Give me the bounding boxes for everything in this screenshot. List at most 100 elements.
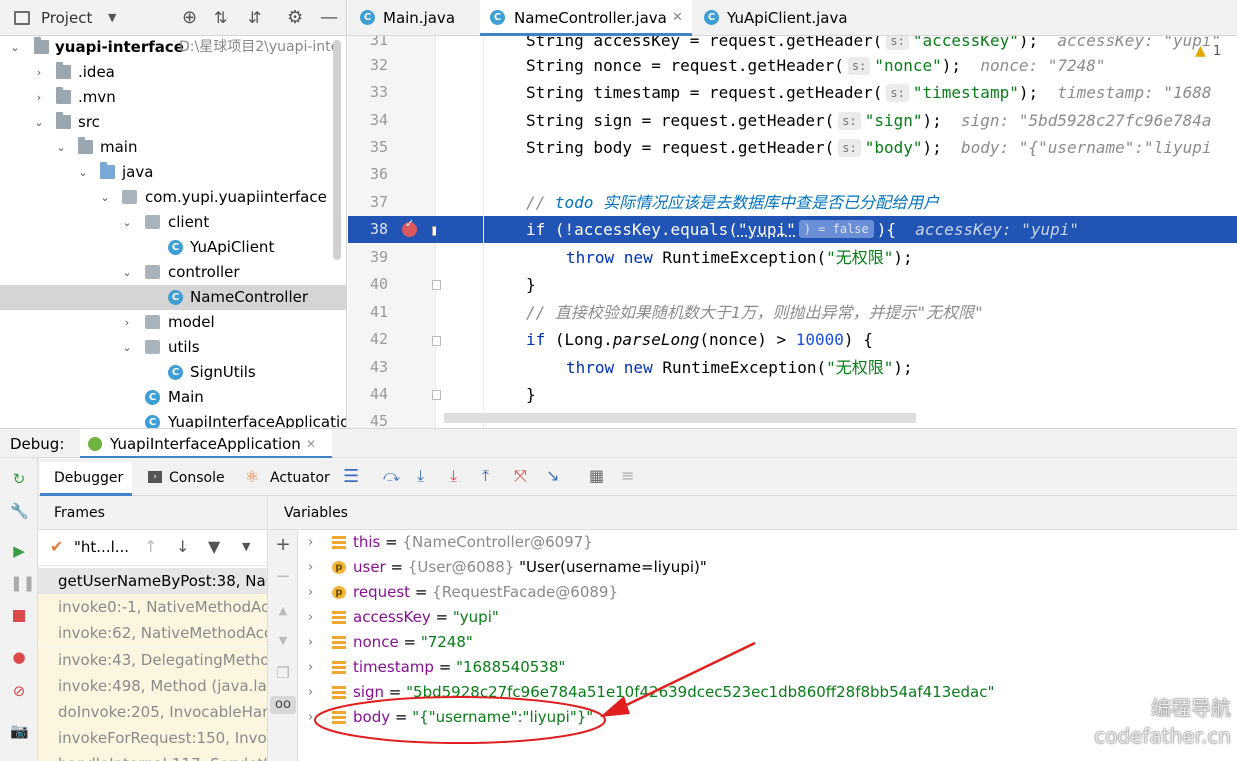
tree-item-model[interactable]: › model	[0, 310, 346, 335]
chevron-down-icon[interactable]: ⌄	[77, 160, 89, 185]
variable-row[interactable]: › timestamp = "1688540538"	[268, 655, 1237, 680]
run-to-cursor-icon[interactable]: ↘	[546, 466, 559, 485]
chevron-down-icon[interactable]: ⌄	[99, 185, 111, 210]
wrench-icon[interactable]: 🔧	[10, 502, 29, 520]
chevron-right-icon[interactable]: ›	[33, 60, 45, 85]
project-panel-title[interactable]: Project	[41, 0, 92, 36]
trace-icon[interactable]: ≡	[621, 466, 634, 485]
code-line-40[interactable]: }	[436, 271, 1237, 298]
tree-item-client[interactable]: ⌄ client	[0, 210, 346, 235]
frame-item[interactable]: invoke:498, Method (java.lang.reflect)	[38, 673, 267, 699]
code-line-34[interactable]: String sign = request.getHeader(s: "sign"…	[436, 107, 1237, 134]
step-into-icon[interactable]: ⤓	[450, 466, 457, 486]
frame-item[interactable]: invokeForRequest:150, InvocableHandlerMe…	[38, 725, 267, 751]
tree-item-src[interactable]: ⌄ src	[0, 110, 346, 135]
chevron-right-icon[interactable]: ›	[308, 705, 313, 730]
chevron-down-icon[interactable]: ⌄	[33, 110, 45, 135]
pause-icon[interactable]: ❚❚	[10, 574, 35, 592]
tab-console[interactable]: Console	[169, 470, 225, 486]
step-over-icon[interactable]: ⤓	[417, 466, 424, 486]
editor-horizontal-scrollbar[interactable]	[444, 413, 916, 423]
resume-icon[interactable]: ▶	[10, 542, 28, 560]
tree-item-mvn[interactable]: › .mvn	[0, 85, 346, 110]
evaluate-expression-icon[interactable]: ▦	[589, 466, 604, 485]
chevron-down-icon[interactable]: ⌄	[121, 335, 133, 360]
chevron-right-icon[interactable]: ›	[308, 655, 313, 680]
chevron-down-icon[interactable]: ⌄	[55, 135, 67, 160]
tree-item-main-class[interactable]: C Main	[0, 385, 346, 410]
close-icon[interactable]: ✕	[306, 429, 316, 459]
code-line-44[interactable]: }	[436, 381, 1237, 408]
code-editor[interactable]: 31 32 33 34 35 36 37 38 ✓ 39 40 41 42 43…	[348, 36, 1237, 428]
menu-icon[interactable]: ☰	[343, 466, 359, 487]
code-line-35[interactable]: String body = request.getHeader(s: "body"…	[436, 134, 1237, 161]
frame-item[interactable]: invoke:62, NativeMethodAccessorImpl	[38, 620, 267, 646]
chevron-right-icon[interactable]: ›	[121, 310, 133, 335]
code-line-32[interactable]: String nonce = request.getHeader(s: "nonc…	[436, 52, 1237, 79]
tree-item-main[interactable]: ⌄ main	[0, 135, 346, 160]
tree-item-application[interactable]: C YuapiInterfaceApplicatio	[0, 410, 346, 428]
tree-item-yuapiclient[interactable]: C YuApiClient	[0, 235, 346, 260]
tab-yuapiclient-java[interactable]: C YuApiClient.java	[692, 0, 872, 36]
expand-all-icon[interactable]: ⇅	[214, 0, 227, 36]
frame-item[interactable]: invoke0:-1, NativeMethodAccessorImpl	[38, 594, 267, 620]
code-line-42[interactable]: if (Long.parseLong(nonce) > 10000) {	[436, 326, 1237, 353]
tree-item-utils[interactable]: ⌄ utils	[0, 335, 346, 360]
chevron-right-icon[interactable]: ›	[308, 530, 313, 555]
project-view-icon[interactable]	[14, 11, 30, 25]
rerun-icon[interactable]: ↻	[10, 470, 28, 488]
collapse-all-icon[interactable]: ⇵	[248, 0, 261, 36]
chevron-down-icon[interactable]: ▼	[108, 0, 116, 36]
variable-row[interactable]: › accessKey = "yupi"	[268, 605, 1237, 630]
tree-item-idea[interactable]: › .idea	[0, 60, 346, 85]
chevron-right-icon[interactable]: ›	[308, 580, 313, 605]
arrow-down-icon[interactable]: ↓	[176, 537, 189, 556]
chevron-down-icon[interactable]: ▼	[242, 540, 250, 553]
warning-icon[interactable]: ▲	[1195, 43, 1206, 59]
chevron-right-icon[interactable]: ›	[308, 605, 313, 630]
gear-icon[interactable]: ⚙	[287, 0, 303, 36]
chevron-down-icon[interactable]: ⌄	[121, 210, 133, 235]
thread-selector[interactable]: ✔ "ht...l... ↑ ↓ ▼ ▼	[38, 530, 267, 566]
minimize-icon[interactable]: —	[320, 0, 338, 36]
code-line-43[interactable]: throw new RuntimeException("无权限");	[436, 354, 1237, 381]
tree-item-signutils[interactable]: C SignUtils	[0, 360, 346, 385]
tab-debug-config[interactable]: YuapiInterfaceApplication ✕	[80, 429, 332, 459]
chevron-right-icon[interactable]: ›	[33, 85, 45, 110]
camera-icon[interactable]: 📷	[10, 722, 29, 740]
variable-row[interactable]: › this = {NameController@6097}	[268, 530, 1237, 555]
tree-item-namecontroller[interactable]: C NameController	[0, 285, 346, 310]
tree-item-package[interactable]: ⌄ com.yupi.yuapiinterface	[0, 185, 346, 210]
arrow-up-icon[interactable]: ↑	[144, 537, 157, 556]
frame-item[interactable]: invoke:43, DelegatingMethodAccessorImpl	[38, 647, 267, 673]
code-line-37[interactable]: // todo 实际情况应该是去数据库中查是否已分配给用户	[436, 189, 1237, 216]
thread-name[interactable]: "ht...l...	[74, 538, 129, 556]
chevron-down-icon[interactable]: ⌄	[121, 260, 133, 285]
locate-icon[interactable]: ⊕	[182, 0, 197, 36]
tree-item-controller[interactable]: ⌄ controller	[0, 260, 346, 285]
tab-actuator[interactable]: Actuator	[270, 470, 330, 486]
frame-item[interactable]: getUserNameByPost:38, NameController	[38, 568, 267, 594]
mute-breakpoints-icon[interactable]: ⊘	[10, 682, 28, 700]
chevron-down-icon[interactable]: ⌄	[9, 35, 21, 60]
chevron-right-icon[interactable]: ›	[308, 630, 313, 655]
drop-frame-icon[interactable]: ⤧	[514, 466, 527, 486]
frame-item[interactable]: doInvoke:205, InvocableHandlerMethod	[38, 699, 267, 725]
tree-item-yuapi-interface[interactable]: ⌄ yuapi-interface D:\星球项目2\yuapi-inte	[0, 35, 346, 60]
frame-item[interactable]: handleInternal:117, ServletInv	[38, 751, 267, 761]
chevron-right-icon[interactable]: ›	[308, 680, 313, 705]
warning-count[interactable]: 1	[1213, 44, 1221, 59]
tab-debugger[interactable]: Debugger	[40, 462, 132, 496]
variable-row[interactable]: › p request = {RequestFacade@6089}	[268, 580, 1237, 605]
step-out-icon[interactable]: ⤒	[482, 466, 489, 486]
code-line-38-current[interactable]: if (!accessKey.equals("yupi") = false){ …	[436, 216, 1237, 243]
variable-row[interactable]: › p user = {User@6088} "User(username=li…	[268, 555, 1237, 580]
stop-icon[interactable]	[10, 608, 28, 626]
tab-main-java[interactable]: C Main.java	[348, 0, 480, 36]
filter-icon[interactable]: ▼	[208, 537, 220, 556]
code-line-39[interactable]: throw new RuntimeException("无权限");	[436, 244, 1237, 271]
tree-item-java[interactable]: ⌄ java	[0, 160, 346, 185]
tab-namecontroller-java[interactable]: C NameController.java ✕	[480, 0, 692, 36]
chevron-right-icon[interactable]: ›	[308, 555, 313, 580]
code-line-41[interactable]: // 直接校验如果随机数大于1万，则抛出异常，并提示"无权限"	[436, 299, 1237, 326]
